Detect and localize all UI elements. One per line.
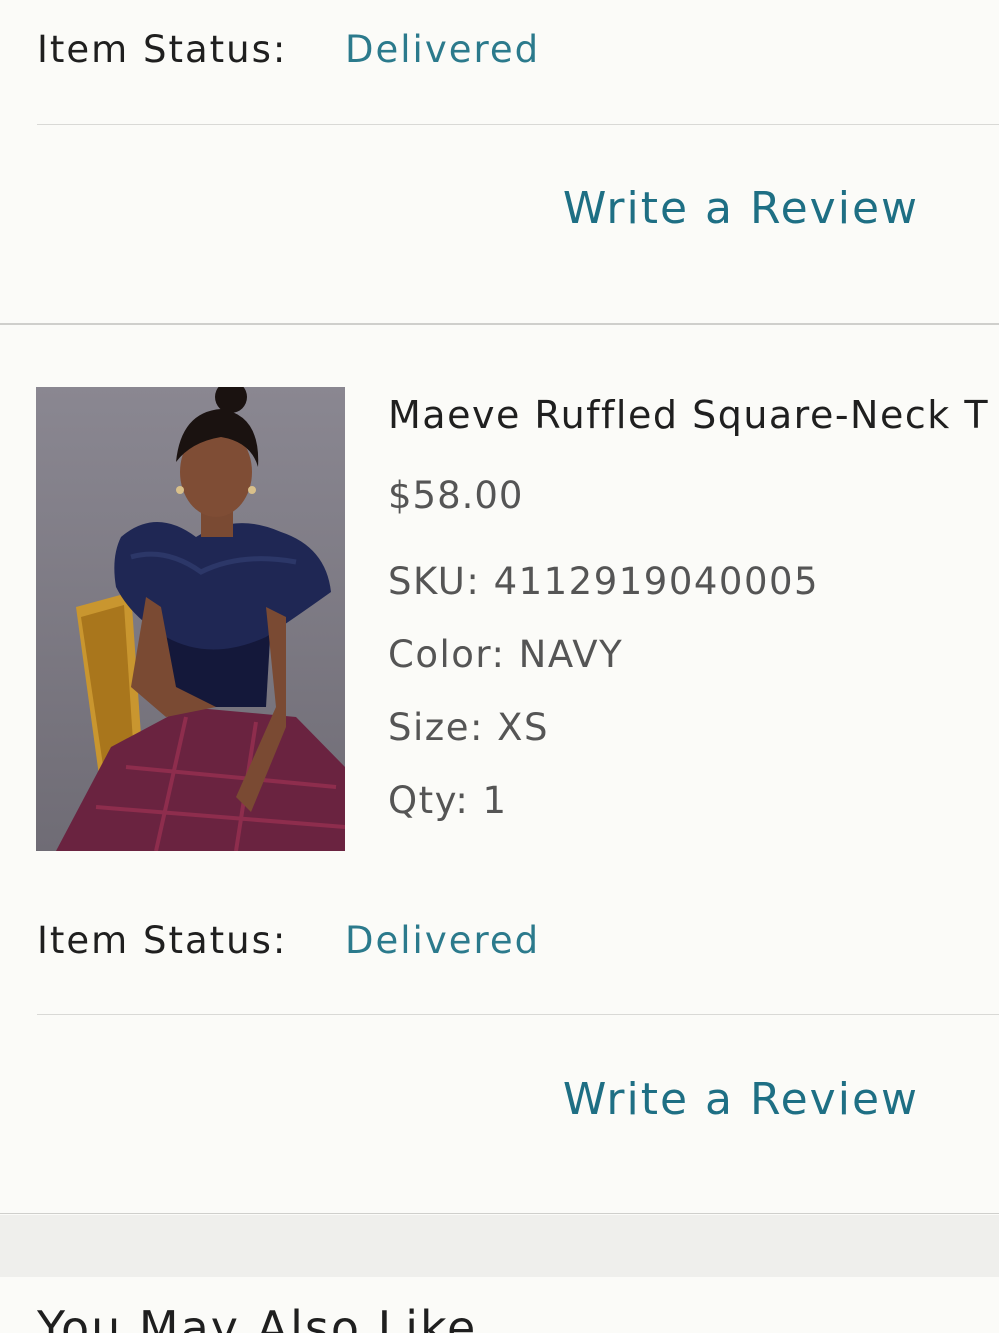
product-qty: Qty: 1	[388, 779, 508, 822]
product-color: Color: NAVY	[388, 633, 624, 676]
write-review-link[interactable]: Write a Review	[563, 1074, 919, 1125]
divider	[37, 124, 999, 125]
recommendations-heading: You May Also Like	[37, 1301, 478, 1333]
divider	[37, 1014, 999, 1015]
recommendations-section: You May Also Like	[0, 1277, 999, 1333]
item-status-label: Item Status:	[37, 919, 288, 962]
product-sku: SKU: 4112919040005	[388, 560, 820, 603]
section-gap	[0, 1215, 999, 1277]
product-image[interactable]	[36, 387, 345, 851]
item-separator	[0, 323, 999, 325]
product-size: Size: XS	[388, 706, 550, 749]
item-status-row: Item Status: Delivered	[37, 28, 999, 88]
item-status-row: Item Status: Delivered	[37, 919, 999, 979]
product-info: Maeve Ruffled Square-Neck T $58.00 SKU: …	[388, 388, 999, 823]
item-separator	[0, 1213, 999, 1214]
item-status-value: Delivered	[345, 919, 541, 962]
item-status-label: Item Status:	[37, 28, 288, 71]
write-review-link[interactable]: Write a Review	[563, 183, 919, 234]
item-status-value: Delivered	[345, 28, 541, 71]
product-price: $58.00	[388, 474, 524, 517]
product-name-link[interactable]: Maeve Ruffled Square-Neck T	[388, 388, 999, 442]
